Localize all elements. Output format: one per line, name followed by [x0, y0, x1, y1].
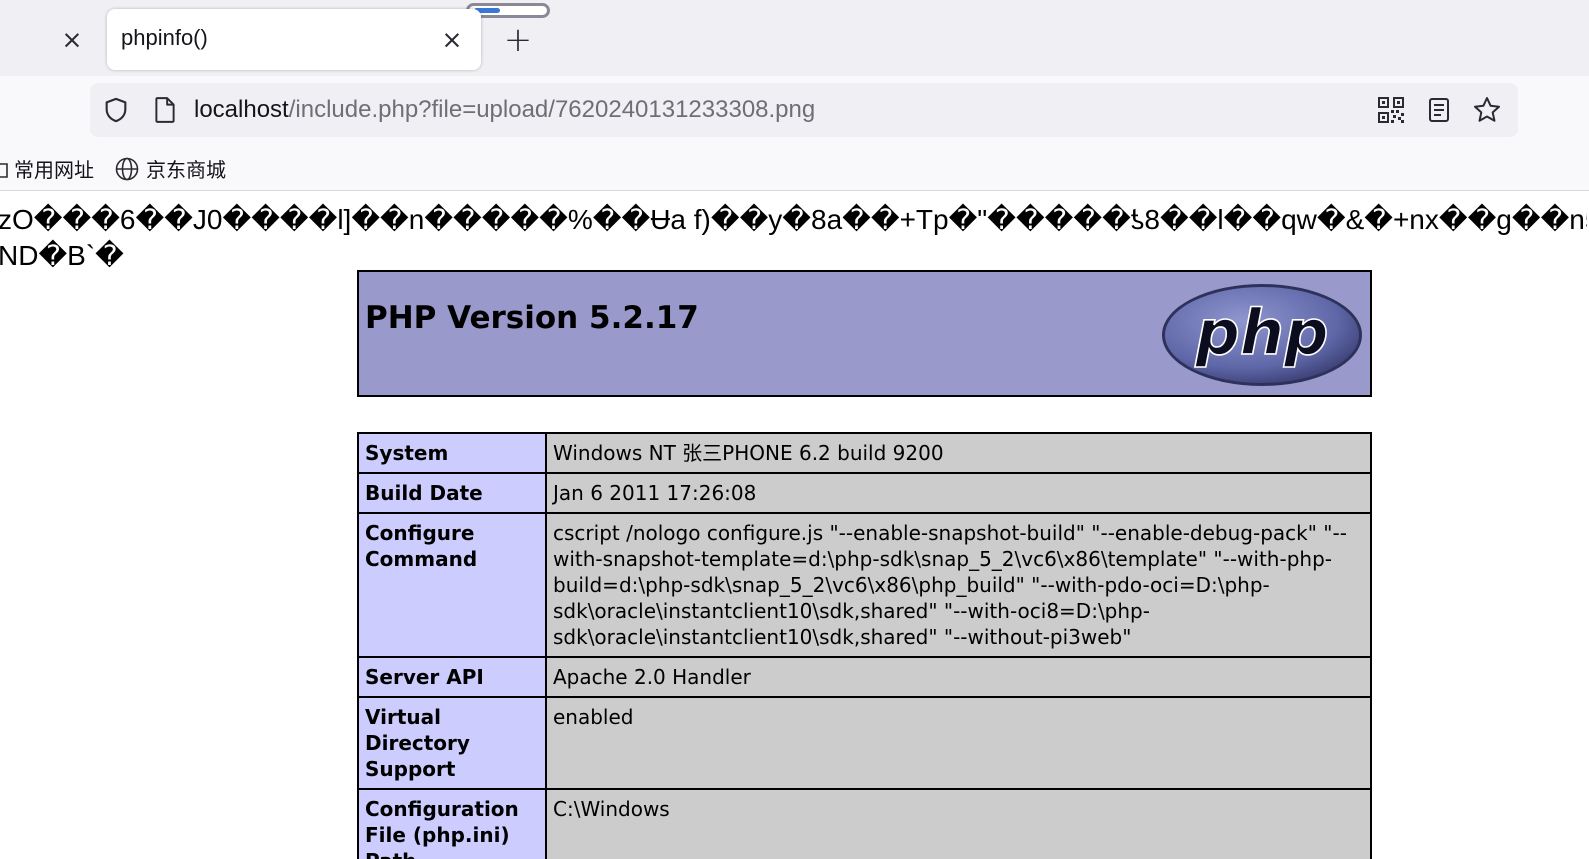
- php-logo: php: [1162, 284, 1362, 386]
- tab-title: phpinfo(): [121, 25, 208, 50]
- row-key: Virtual Directory Support: [357, 696, 547, 790]
- tab-strip: × phpinfo() × +: [0, 0, 1589, 76]
- garbled-line: zO���6��J0����l]��n�����%��Ʉa f)��y�8a��…: [0, 204, 1587, 235]
- table-row: Server API Apache 2.0 Handler: [357, 656, 1372, 698]
- shield-icon[interactable]: [102, 96, 130, 124]
- garbled-line: ND�B`�: [0, 240, 124, 271]
- page-content: zO���6��J0����l]��n�����%��Ʉa f)��y�8a��…: [0, 192, 1589, 859]
- new-tab-button[interactable]: +: [498, 20, 538, 60]
- row-value: Windows NT 张三PHONE 6.2 build 9200: [545, 432, 1372, 474]
- url-text[interactable]: localhost/include.php?file=upload/762024…: [194, 96, 815, 124]
- reader-view-icon[interactable]: [1424, 94, 1454, 126]
- row-value: C:\Windows: [545, 788, 1372, 859]
- bookmark-label: 常用网址: [14, 158, 94, 182]
- row-key: Configuration File (php.ini) Path: [357, 788, 547, 859]
- tab-phpinfo[interactable]: phpinfo() ×: [107, 9, 481, 70]
- table-row: Virtual Directory Support enabled: [357, 696, 1372, 790]
- row-value: Jan 6 2011 17:26:08: [545, 472, 1372, 514]
- navigation-bar: localhost/include.php?file=upload/762024…: [0, 76, 1589, 144]
- bookmark-jd-mall[interactable]: 京东商城: [114, 154, 226, 183]
- page-title: PHP Version 5.2.17: [365, 300, 699, 336]
- url-actions: [1376, 94, 1502, 126]
- table-row: Build Date Jan 6 2011 17:26:08: [357, 472, 1372, 514]
- star-icon[interactable]: [1472, 94, 1502, 126]
- previous-tab-close-icon[interactable]: ×: [55, 22, 89, 56]
- tab-close-icon[interactable]: ×: [435, 22, 469, 56]
- row-value: Apache 2.0 Handler: [545, 656, 1372, 698]
- bookmarks-bar: 常用网址 京东商城: [0, 144, 1589, 191]
- page-icon[interactable]: [152, 96, 178, 124]
- row-key: Configure Command: [357, 512, 547, 658]
- row-value: enabled: [545, 696, 1372, 790]
- globe-icon: [115, 157, 139, 180]
- php-logo-text: php: [1195, 296, 1329, 369]
- qr-code-icon[interactable]: [1376, 94, 1406, 126]
- row-value: cscript /nologo configure.js "--enable-s…: [545, 512, 1372, 658]
- row-key: Server API: [357, 656, 547, 698]
- table-row: System Windows NT 张三PHONE 6.2 build 9200: [357, 432, 1372, 474]
- php-version-header: PHP Version 5.2.17 php: [357, 270, 1372, 397]
- bookmark-common-sites[interactable]: 常用网址: [0, 154, 94, 183]
- url-path: /include.php?file=upload/762024013123330…: [288, 96, 816, 123]
- url-host: localhost: [194, 96, 289, 123]
- url-bar[interactable]: localhost/include.php?file=upload/762024…: [90, 83, 1518, 137]
- folder-icon: [0, 162, 8, 178]
- table-row: Configuration File (php.ini) PathC:\Wind…: [357, 788, 1372, 859]
- garbled-binary-output: zO���6��J0����l]��n�����%��Ʉa f)��y�8a��…: [0, 202, 1587, 274]
- php-info-table: System Windows NT 张三PHONE 6.2 build 9200 B…: [357, 432, 1372, 859]
- row-key: System: [357, 432, 547, 474]
- row-key: Build Date: [357, 472, 547, 514]
- bookmark-label: 京东商城: [146, 158, 226, 182]
- table-row: Configure Command cscript /nologo configu…: [357, 512, 1372, 658]
